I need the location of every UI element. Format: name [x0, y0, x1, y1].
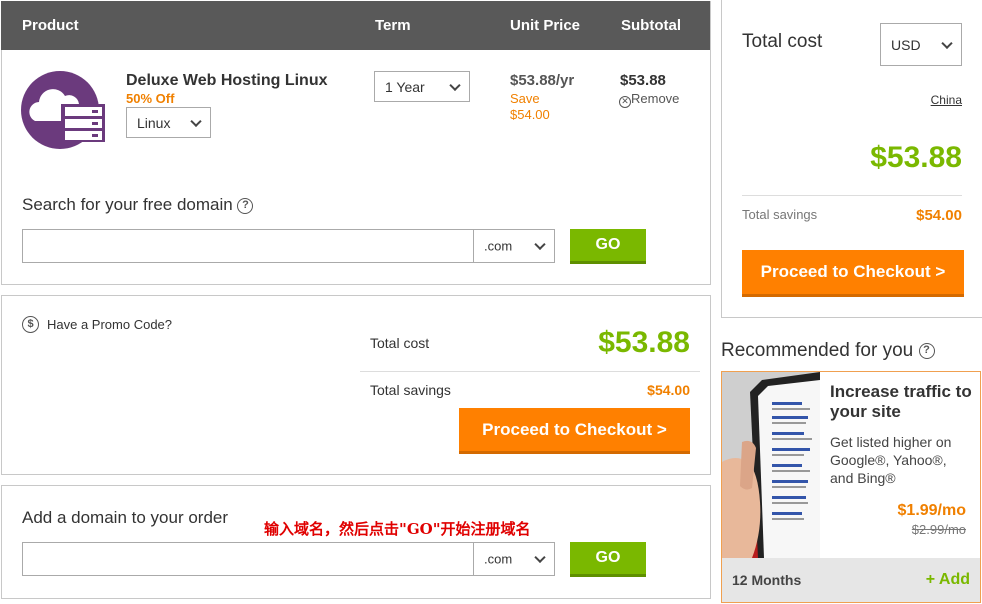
promo-total-cost-label: Total cost [370, 335, 430, 351]
promo-total-cost: $53.88 [598, 326, 690, 359]
free-domain-go-button[interactable]: GO [570, 229, 646, 264]
header-term: Term [375, 17, 411, 34]
chevron-down-icon [534, 238, 546, 251]
add-domain-go-button[interactable]: GO [570, 542, 646, 577]
term-select-value: 1 Year [385, 78, 425, 95]
add-domain-input[interactable] [22, 542, 475, 576]
product-name: Deluxe Web Hosting Linux [126, 72, 328, 89]
cloud-server-icon [21, 71, 105, 149]
remove-label: Remove [631, 91, 680, 106]
card-add-button[interactable]: + Add [902, 571, 970, 589]
card-old-price: $2.99/mo [911, 522, 966, 537]
term-select[interactable]: 1 Year [374, 71, 470, 102]
tablet-search-image [722, 372, 820, 558]
summary-savings: $54.00 [916, 207, 962, 224]
free-domain-title-text: Search for your free domain [22, 195, 233, 214]
add-domain-tld-value: .com [484, 551, 513, 567]
free-domain-tld-select[interactable]: .com [473, 229, 555, 263]
annotation-text: 输入域名，然后点击"GO"开始注册域名 [264, 520, 531, 538]
add-domain-title: Add a domain to your order [22, 508, 229, 527]
help-icon[interactable]: ? [918, 342, 935, 359]
currency-select[interactable]: USD [880, 23, 962, 66]
remove-link[interactable]: ✕ Remove [619, 91, 679, 108]
os-select[interactable]: Linux [126, 107, 211, 138]
chevron-down-icon [190, 115, 202, 127]
save-label: Save [510, 91, 540, 106]
discount-label: 50% Off [126, 91, 175, 106]
chevron-down-icon [534, 551, 546, 564]
promo-code-link[interactable]: $ Have a Promo Code? [22, 316, 173, 334]
promo-code-label: Have a Promo Code? [47, 317, 173, 333]
recommended-title-text: Recommended for you [721, 340, 914, 361]
remove-icon: ✕ [619, 96, 631, 108]
save-amount: $54.00 [510, 107, 550, 122]
free-domain-title: Search for your free domain ? [22, 195, 254, 215]
chevron-down-icon [941, 37, 953, 49]
card-headline: Increase traffic to your site [830, 382, 972, 421]
recommended-title: Recommended for you ? [721, 340, 935, 362]
add-domain-tld-select[interactable]: .com [473, 542, 555, 576]
os-select-value: Linux [137, 114, 171, 131]
subtotal: $53.88 [620, 72, 666, 89]
country-link[interactable]: China [900, 93, 962, 107]
summary-savings-label: Total savings [742, 207, 818, 222]
promo-total-savings: $54.00 [647, 382, 690, 398]
dollar-icon: $ [22, 316, 39, 334]
summary-title: Total cost [742, 31, 823, 52]
promo-divider [360, 371, 700, 372]
free-domain-input[interactable] [22, 229, 475, 263]
summary-divider [742, 195, 962, 196]
promo-total-savings-label: Total savings [370, 382, 451, 398]
unit-price: $53.88/yr [510, 72, 575, 89]
free-domain-tld-value: .com [484, 238, 513, 254]
promo-checkout-button[interactable]: Proceed to Checkout > [459, 408, 690, 454]
recommended-card: Increase traffic to your site Get listed… [721, 371, 981, 603]
chevron-down-icon [449, 79, 461, 91]
header-unit-price: Unit Price [510, 17, 581, 34]
header-product: Product [22, 17, 79, 34]
summary-total: $53.88 [870, 141, 962, 174]
card-footer: 12 Months + Add [722, 558, 980, 602]
card-description: Get listed higher on Google®, Yahoo®, an… [830, 434, 952, 486]
card-price: $1.99/mo [897, 502, 966, 519]
summary-checkout-button[interactable]: Proceed to Checkout > [742, 250, 964, 297]
card-term: 12 Months [732, 572, 802, 588]
currency-select-value: USD [891, 36, 921, 53]
cart-header: Product Term Unit Price Subtotal [1, 1, 710, 50]
help-icon[interactable]: ? [237, 197, 254, 214]
header-subtotal: Subtotal [621, 17, 681, 34]
